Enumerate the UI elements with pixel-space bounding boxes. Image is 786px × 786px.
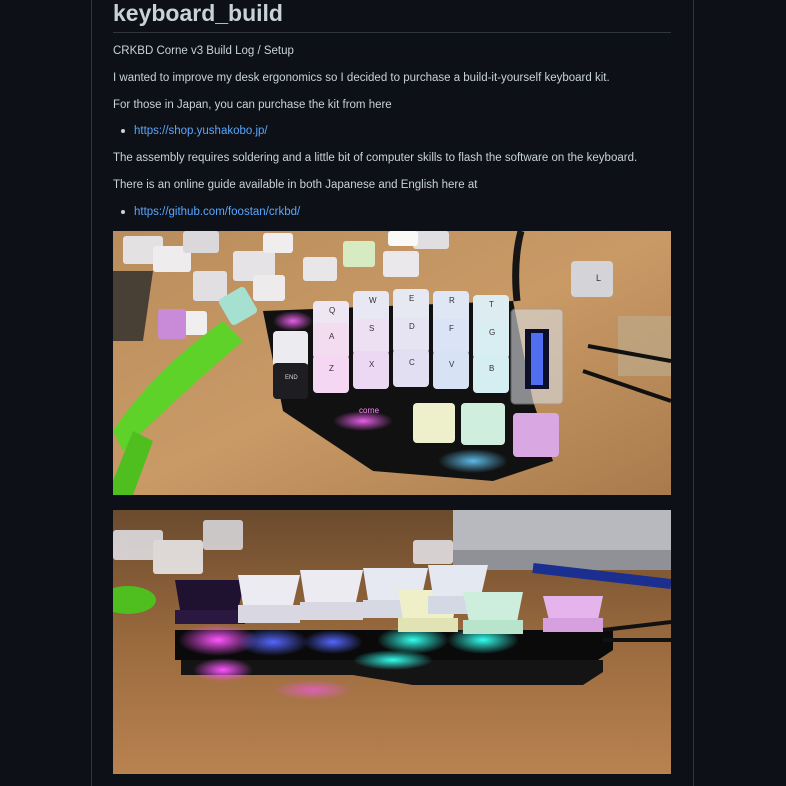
- shop-link-list: https://shop.yushakobo.jp/: [113, 124, 268, 139]
- key-label: D: [409, 322, 415, 331]
- subtitle-paragraph: CRKBD Corne v3 Build Log / Setup: [113, 45, 294, 57]
- markdown-body: keyboard_build CRKBD Corne v3 Build Log …: [113, 0, 671, 774]
- key-label: L: [596, 273, 601, 283]
- guide-link[interactable]: https://github.com/foostan/crkbd/: [134, 206, 300, 218]
- guide-paragraph: There is an online guide available in bo…: [113, 179, 478, 191]
- key-label: END: [285, 375, 298, 381]
- list-item: https://github.com/foostan/crkbd/: [121, 205, 300, 220]
- key-label: A: [329, 332, 335, 341]
- key-label: V: [449, 360, 455, 369]
- keyboard-top-photo: L W E R T Q S D F G A END Z X C V B corn…: [113, 231, 671, 495]
- key-label: F: [449, 324, 454, 333]
- shop-link[interactable]: https://shop.yushakobo.jp/: [134, 125, 268, 137]
- japan-paragraph: For those in Japan, you can purchase the…: [113, 99, 392, 111]
- assembly-paragraph: The assembly requires soldering and a li…: [113, 152, 638, 164]
- key-label: E: [409, 294, 414, 303]
- key-label: B: [489, 364, 494, 373]
- page: keyboard_build CRKBD Corne v3 Build Log …: [0, 0, 786, 786]
- page-title: keyboard_build: [113, 0, 671, 33]
- keyboard-side-photo: [113, 510, 671, 774]
- key-label: T: [489, 300, 494, 309]
- key-label: G: [489, 328, 495, 337]
- key-label: X: [369, 360, 375, 369]
- keyboard-side-image: [113, 510, 671, 774]
- bullet-icon: [121, 129, 125, 133]
- guide-link-list: https://github.com/foostan/crkbd/: [113, 205, 300, 220]
- key-label: C: [409, 358, 415, 367]
- brand-label: corne: [359, 406, 380, 415]
- key-label: R: [449, 296, 455, 305]
- key-label: W: [369, 296, 377, 305]
- key-label: S: [369, 324, 374, 333]
- list-item: https://shop.yushakobo.jp/: [121, 124, 268, 139]
- keyboard-top-image: L W E R T Q S D F G A END Z X C V B corn…: [113, 231, 671, 495]
- key-label: Q: [329, 306, 335, 315]
- bullet-icon: [121, 210, 125, 214]
- intro-paragraph: I wanted to improve my desk ergonomics s…: [113, 72, 610, 84]
- key-label: Z: [329, 364, 334, 373]
